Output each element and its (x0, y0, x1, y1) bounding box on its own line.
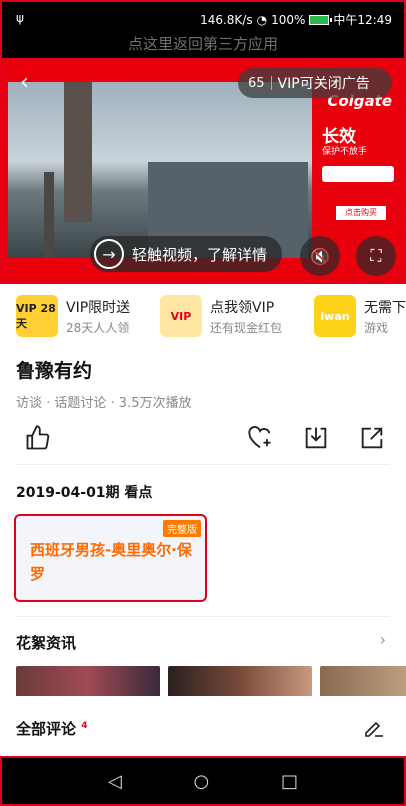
promo-title: 无需下 (364, 299, 406, 316)
arrow-right-icon: → (94, 239, 124, 269)
comments-count: 4 (81, 721, 88, 731)
full-version-badge: 完整版 (163, 520, 201, 537)
return-to-app-bar[interactable]: 点这里返回第三方应用 (0, 30, 406, 58)
thumbs-up-icon[interactable] (24, 424, 52, 452)
ad-product-image (322, 166, 394, 182)
vip-close-ad-label: VIP可关闭广告 (277, 76, 370, 92)
promo-title: VIP限时送 (66, 299, 131, 316)
touch-hint-label: 轻触视频，了解详情 (132, 245, 268, 264)
episode-heading: 2019-04-01期 看点 (16, 485, 153, 501)
divider (16, 464, 390, 465)
highlight-thumbnail[interactable] (168, 666, 312, 696)
scene-chimney (64, 82, 92, 222)
recents-square-icon[interactable]: □ (281, 771, 298, 792)
heart-add-icon[interactable] (246, 424, 274, 452)
separator (270, 76, 272, 90)
divider (16, 616, 390, 617)
episode-name: 西班牙男孩-奥里奥尔·保罗 (30, 541, 192, 583)
battery-icon (309, 14, 333, 25)
speaker-mute-icon: 🔇 (310, 246, 330, 266)
ad-countdown: 65 (248, 75, 265, 91)
usb-icon: ψ (16, 11, 24, 25)
ad-buy-button[interactable]: 点击购买 (336, 206, 386, 220)
promo-subtitle: 28天人人领 (66, 320, 130, 335)
vip-redpacket-icon: VIP (160, 295, 202, 337)
vip-close-ad-button[interactable]: 65 VIP可关闭广告 (238, 68, 392, 98)
system-nav-bar: ◁ ○ □ (0, 756, 406, 806)
chevron-right-icon[interactable]: › (380, 630, 386, 649)
download-icon[interactable] (302, 424, 330, 452)
edit-pencil-icon[interactable] (362, 716, 386, 740)
video-frame (8, 82, 312, 258)
ad-sub: 保护不放手 (322, 147, 368, 157)
vip-gift-icon: VIP 28天 (16, 295, 58, 337)
promo-subtitle: 游戏 (364, 320, 389, 335)
back-triangle-icon[interactable]: ◁ (108, 771, 122, 792)
back-arrow-icon[interactable]: ‹ (20, 70, 29, 95)
status-bar: ψ 146.8K/s ◔ 100% 中午12:49 (0, 0, 406, 30)
battery-percent: 100% (271, 12, 306, 27)
fullscreen-icon: ⛶ (370, 246, 382, 265)
share-icon[interactable] (358, 424, 386, 452)
mute-button[interactable]: 🔇 (300, 236, 340, 276)
clock: 中午12:49 (333, 13, 392, 27)
comments-label[interactable]: 全部评论 4 (16, 718, 88, 739)
promo-row: VIP 28天 VIP限时送 28天人人领 VIP 点我领VIP 还有现金红包 … (0, 292, 406, 342)
scene-chimney-small (44, 172, 54, 258)
promo-subtitle: 还有现金红包 (210, 320, 283, 335)
highlights-thumbnails (16, 666, 406, 696)
iwan-icon: iwan (314, 295, 356, 337)
promo-title: 点我领VIP (210, 299, 275, 316)
video-meta: 访谈 · 话题讨论 · 3.5万次播放 (16, 396, 192, 411)
wifi-icon: ◔ (256, 12, 268, 27)
episode-card[interactable]: 完整版 西班牙男孩-奥里奥尔·保罗 (14, 514, 207, 602)
promo-item-vip-free[interactable]: VIP 28天 VIP限时送 28天人人领 (16, 294, 130, 338)
video-player[interactable]: Colgate 长效 保护不放手 点击购买 ‹ 65 VIP可关闭广告 → 轻触… (0, 58, 406, 284)
highlight-thumbnail[interactable] (16, 666, 160, 696)
highlight-thumbnail[interactable] (320, 666, 406, 696)
fullscreen-button[interactable]: ⛶ (356, 236, 396, 276)
highlights-title[interactable]: 花絮资讯 (16, 632, 76, 653)
video-title: 鲁豫有约 (16, 360, 93, 382)
touch-video-hint[interactable]: → 轻触视频，了解详情 (90, 236, 282, 272)
network-speed: 146.8K/s (200, 12, 253, 27)
promo-item-get-vip[interactable]: VIP 点我领VIP 还有现金红包 (160, 294, 282, 338)
home-circle-icon[interactable]: ○ (194, 771, 210, 792)
ad-banner[interactable]: Colgate 长效 保护不放手 点击购买 (314, 82, 402, 258)
comments-label-text: 全部评论 (16, 720, 77, 738)
promo-item-iwan[interactable]: iwan 无需下 游戏 (314, 294, 406, 338)
comments-bar: 全部评论 4 (0, 704, 406, 756)
